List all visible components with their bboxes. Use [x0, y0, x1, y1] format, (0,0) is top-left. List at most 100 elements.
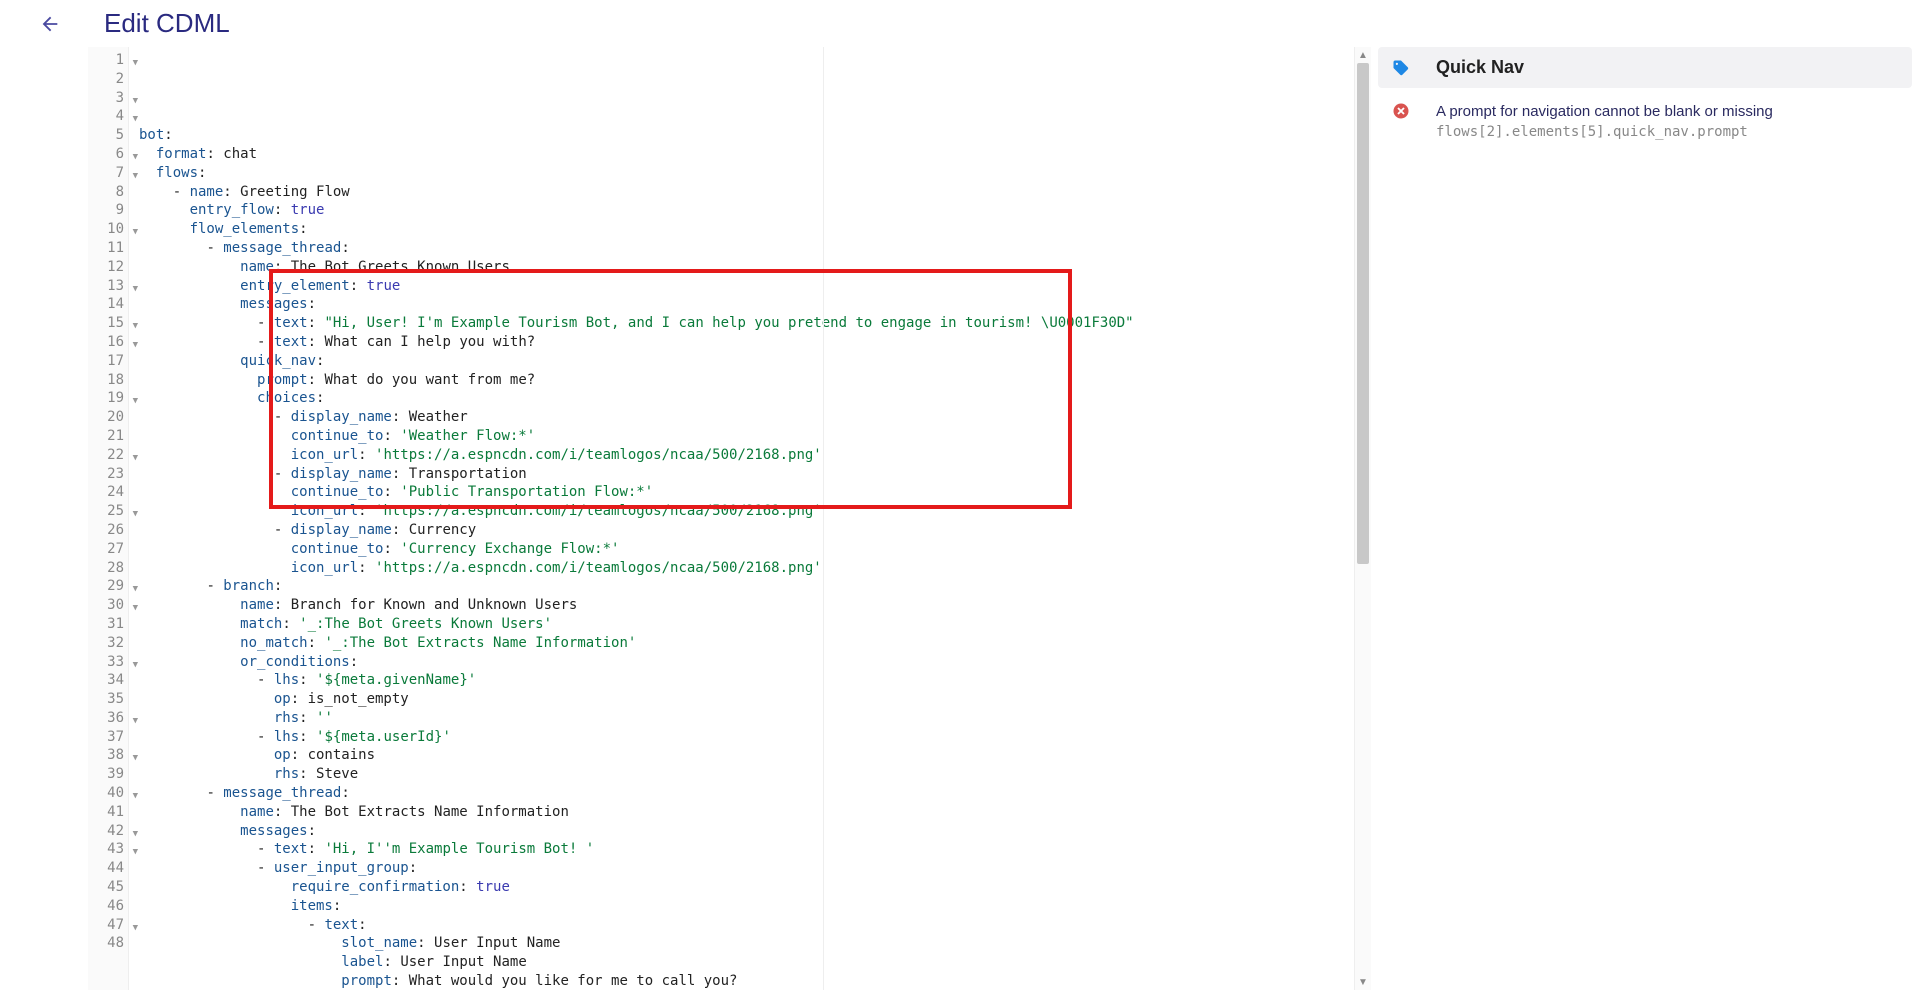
line-number: 29▼: [88, 577, 128, 596]
code-line[interactable]: no_match: '_:The Bot Extracts Name Infor…: [129, 634, 1354, 653]
scroll-thumb[interactable]: [1357, 63, 1369, 564]
code-line[interactable]: prompt: What do you want from me?: [129, 371, 1354, 390]
line-number: 31: [88, 615, 128, 634]
code-line[interactable]: - user_input_group:: [129, 859, 1354, 878]
line-number: 2: [88, 70, 128, 89]
side-panel-title: Quick Nav: [1436, 57, 1524, 78]
line-number-gutter: 1▼23▼4▼56▼7▼8910▼111213▼1415▼16▼171819▼2…: [88, 47, 129, 990]
line-number: 20: [88, 408, 128, 427]
line-number: 11: [88, 239, 128, 258]
line-number: 8: [88, 183, 128, 202]
tag-icon: [1392, 59, 1410, 77]
code-editor[interactable]: bot: format: chat flows: - name: Greetin…: [129, 47, 1354, 990]
code-line[interactable]: - lhs: '${meta.givenName}': [129, 671, 1354, 690]
scroll-track[interactable]: [1355, 63, 1371, 974]
editor-ruler: [823, 47, 824, 990]
code-line[interactable]: - text: What can I help you with?: [129, 333, 1354, 352]
code-line[interactable]: rhs: '': [129, 709, 1354, 728]
line-number: 35: [88, 690, 128, 709]
code-line[interactable]: messages:: [129, 822, 1354, 841]
code-line[interactable]: - message_thread:: [129, 784, 1354, 803]
page-header: Edit CDML: [0, 0, 1920, 47]
back-button[interactable]: [36, 10, 64, 38]
code-line[interactable]: bot:: [129, 126, 1354, 145]
line-number: 27: [88, 540, 128, 559]
code-line[interactable]: format: chat: [129, 145, 1354, 164]
code-line[interactable]: - text: "Hi, User! I'm Example Tourism B…: [129, 314, 1354, 333]
line-number: 23: [88, 465, 128, 484]
code-line[interactable]: match: '_:The Bot Greets Known Users': [129, 615, 1354, 634]
line-number: 17: [88, 352, 128, 371]
arrow-left-icon: [39, 13, 61, 35]
line-number: 5: [88, 126, 128, 145]
side-panel: Quick Nav A prompt for navigation cannot…: [1371, 47, 1920, 990]
code-line[interactable]: icon_url: 'https://a.espncdn.com/i/teaml…: [129, 559, 1354, 578]
line-number: 24: [88, 483, 128, 502]
side-panel-header: Quick Nav: [1378, 47, 1912, 88]
line-number: 3▼: [88, 89, 128, 108]
line-number: 4▼: [88, 107, 128, 126]
code-line[interactable]: - text:: [129, 916, 1354, 935]
line-number: 34: [88, 671, 128, 690]
line-number: 41: [88, 803, 128, 822]
code-line[interactable]: op: is_not_empty: [129, 690, 1354, 709]
code-line[interactable]: icon_url: 'https://a.espncdn.com/i/teaml…: [129, 502, 1354, 521]
scroll-down-button[interactable]: ▼: [1355, 974, 1371, 990]
code-line[interactable]: continue_to: 'Weather Flow:*': [129, 427, 1354, 446]
line-number: 44: [88, 859, 128, 878]
code-line[interactable]: - name: Greeting Flow: [129, 183, 1354, 202]
line-number: 46: [88, 897, 128, 916]
line-number: 45: [88, 878, 128, 897]
line-number: 22▼: [88, 446, 128, 465]
code-line[interactable]: - display_name: Transportation: [129, 465, 1354, 484]
code-line[interactable]: or_conditions:: [129, 653, 1354, 672]
code-line[interactable]: prompt: What would you like for me to ca…: [129, 972, 1354, 990]
line-number: 13▼: [88, 277, 128, 296]
line-number: 47▼: [88, 916, 128, 935]
code-line[interactable]: label: User Input Name: [129, 953, 1354, 972]
line-number: 40▼: [88, 784, 128, 803]
code-line[interactable]: quick_nav:: [129, 352, 1354, 371]
code-line[interactable]: name: The Bot Extracts Name Information: [129, 803, 1354, 822]
line-number: 6▼: [88, 145, 128, 164]
vertical-scrollbar[interactable]: ▲ ▼: [1354, 47, 1371, 990]
line-number: 33▼: [88, 653, 128, 672]
code-line[interactable]: icon_url: 'https://a.espncdn.com/i/teaml…: [129, 446, 1354, 465]
line-number: 37: [88, 728, 128, 747]
code-line[interactable]: - display_name: Weather: [129, 408, 1354, 427]
line-number: 16▼: [88, 333, 128, 352]
code-line[interactable]: - lhs: '${meta.userId}': [129, 728, 1354, 747]
code-line[interactable]: slot_name: User Input Name: [129, 934, 1354, 953]
code-line[interactable]: name: The Bot Greets Known Users: [129, 258, 1354, 277]
code-line[interactable]: - branch:: [129, 577, 1354, 596]
code-line[interactable]: entry_flow: true: [129, 201, 1354, 220]
code-line[interactable]: continue_to: 'Public Transportation Flow…: [129, 483, 1354, 502]
code-line[interactable]: entry_element: true: [129, 277, 1354, 296]
error-message: A prompt for navigation cannot be blank …: [1436, 102, 1773, 122]
line-number: 36▼: [88, 709, 128, 728]
code-line[interactable]: - text: 'Hi, I''m Example Tourism Bot! ': [129, 840, 1354, 859]
code-line[interactable]: rhs: Steve: [129, 765, 1354, 784]
code-line[interactable]: - message_thread:: [129, 239, 1354, 258]
code-line[interactable]: op: contains: [129, 746, 1354, 765]
scroll-up-button[interactable]: ▲: [1355, 47, 1371, 63]
code-line[interactable]: continue_to: 'Currency Exchange Flow:*': [129, 540, 1354, 559]
code-line[interactable]: name: Branch for Known and Unknown Users: [129, 596, 1354, 615]
line-number: 48: [88, 934, 128, 953]
line-number: 21: [88, 427, 128, 446]
code-line[interactable]: choices:: [129, 389, 1354, 408]
code-line[interactable]: require_confirmation: true: [129, 878, 1354, 897]
line-number: 28: [88, 559, 128, 578]
code-line[interactable]: flows:: [129, 164, 1354, 183]
code-line[interactable]: - display_name: Currency: [129, 521, 1354, 540]
line-number: 25▼: [88, 502, 128, 521]
error-path: flows[2].elements[5].quick_nav.prompt: [1436, 124, 1773, 140]
code-line[interactable]: flow_elements:: [129, 220, 1354, 239]
validation-error-row[interactable]: A prompt for navigation cannot be blank …: [1378, 94, 1912, 148]
code-line[interactable]: items:: [129, 897, 1354, 916]
code-line[interactable]: messages:: [129, 295, 1354, 314]
line-number: 30▼: [88, 596, 128, 615]
line-number: 42▼: [88, 822, 128, 841]
page-title: Edit CDML: [104, 8, 230, 39]
line-number: 32: [88, 634, 128, 653]
